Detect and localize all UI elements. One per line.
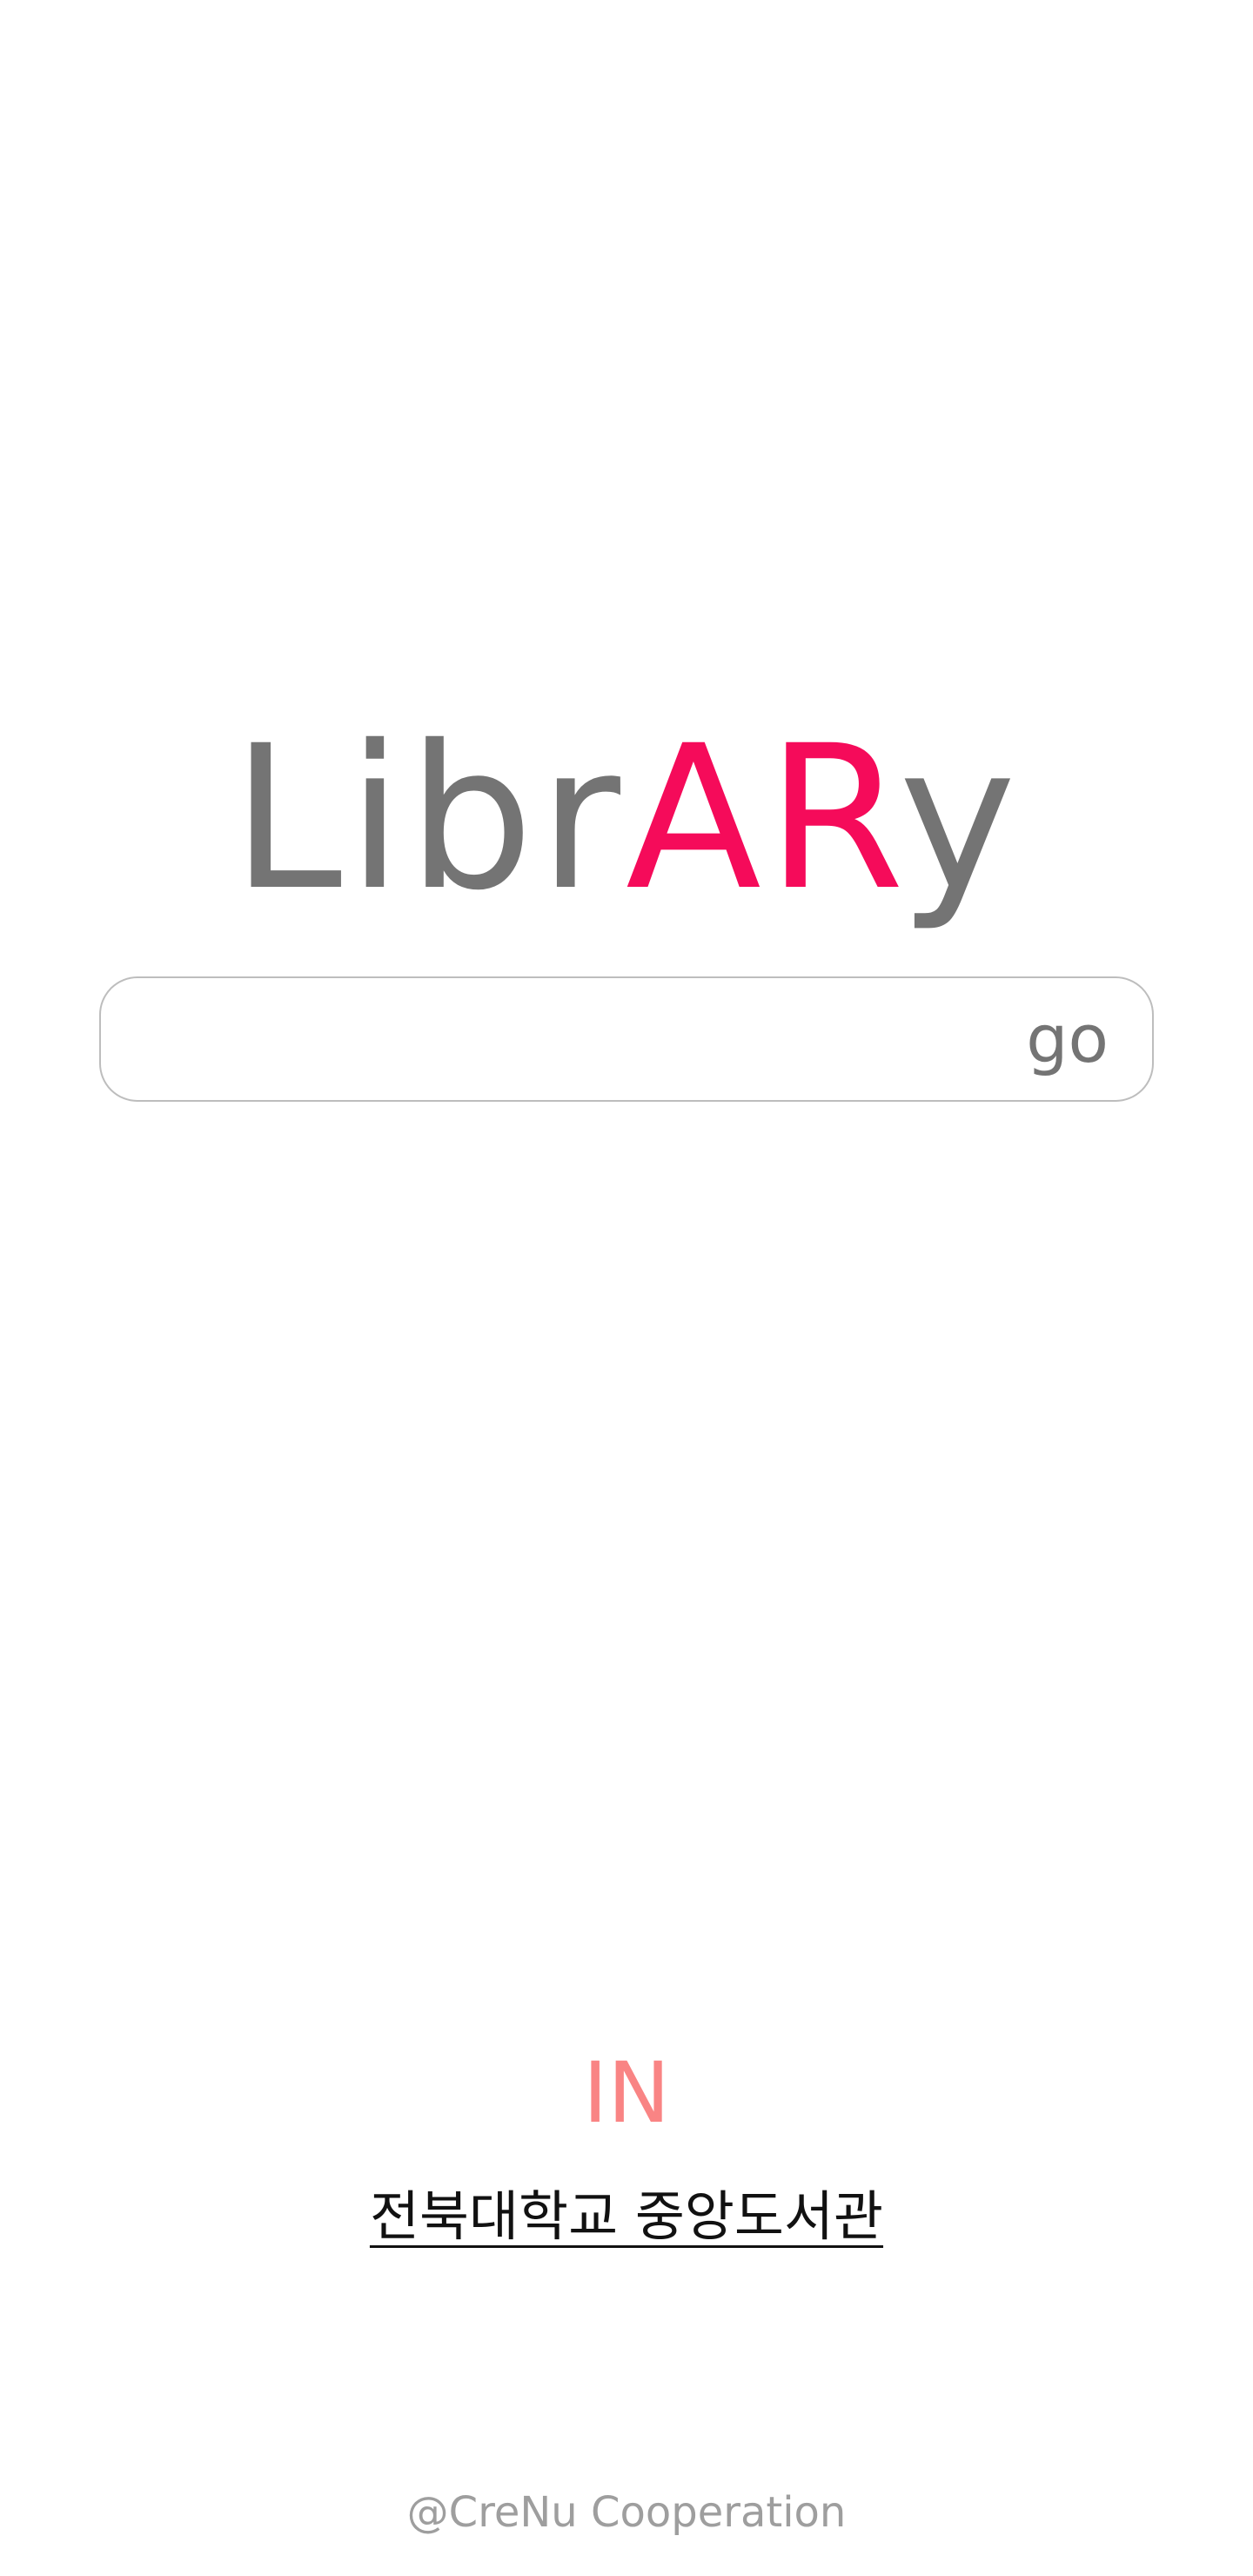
go-button[interactable]: go bbox=[1026, 994, 1109, 1084]
footer-credit: @CreNu Cooperation bbox=[406, 2488, 847, 2537]
search-bar: go bbox=[99, 976, 1154, 1102]
in-label: IN bbox=[582, 2044, 671, 2142]
logo-text-y: y bbox=[898, 702, 1022, 934]
main-screen: LibrARy go IN 전북대학교 중앙도서관 @CreNu Coopera… bbox=[0, 0, 1253, 2576]
logo-text-libr: Libr bbox=[231, 702, 626, 934]
library-name-link[interactable]: 전북대학교 중앙도서관 bbox=[0, 2177, 1253, 2256]
app-logo: LibrARy bbox=[0, 688, 1253, 949]
search-input[interactable] bbox=[136, 996, 1009, 1084]
logo-text-ar: AR bbox=[625, 702, 899, 934]
